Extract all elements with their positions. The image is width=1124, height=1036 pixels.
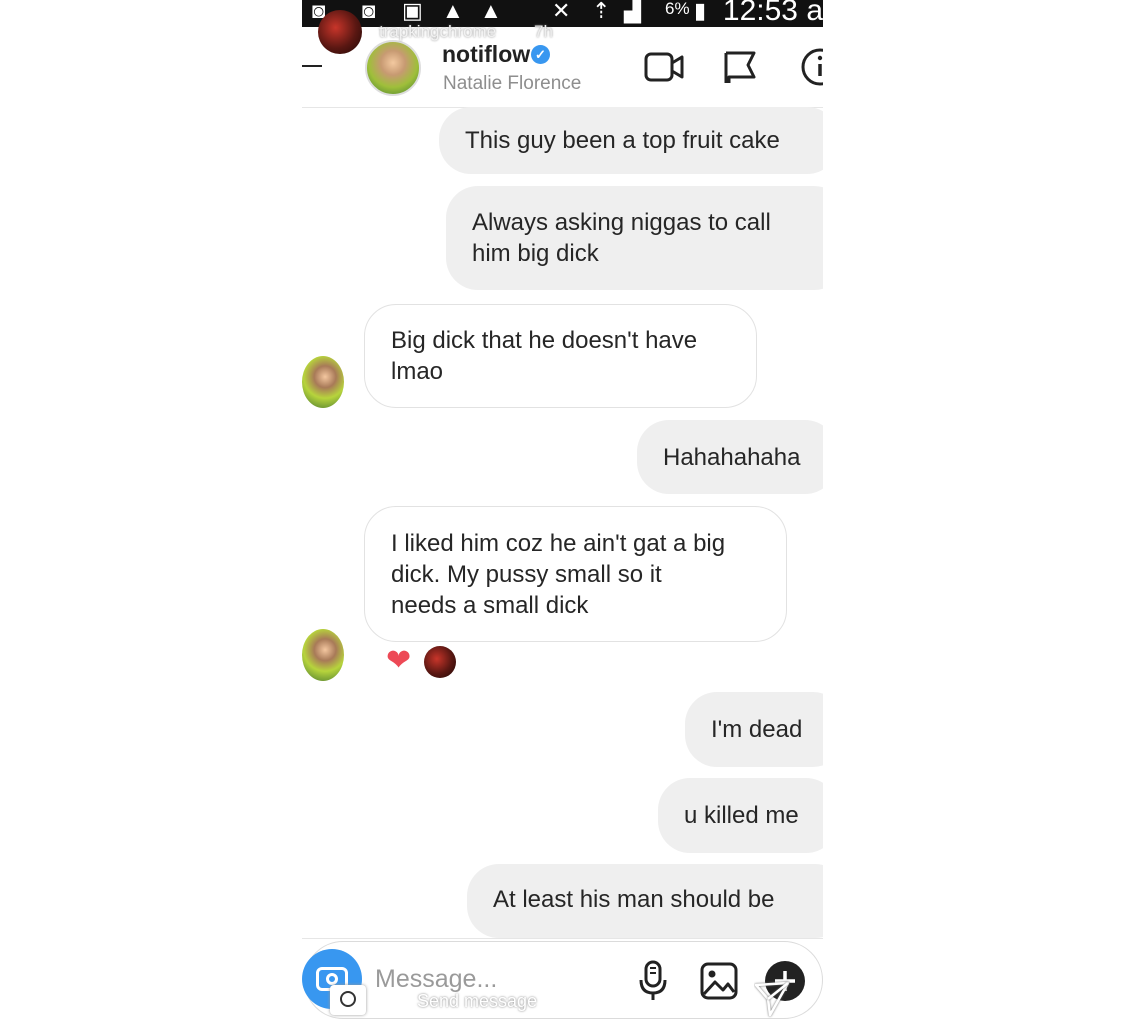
sender-avatar[interactable] (302, 356, 344, 408)
message-bubble-incoming[interactable]: I liked him coz he ain't gat a big dick.… (364, 506, 787, 642)
flag-icon[interactable] (722, 49, 758, 85)
verified-badge-icon: ✓ (531, 45, 550, 64)
signal-icon: ▟ (624, 0, 641, 23)
back-icon[interactable] (302, 65, 322, 67)
message-bubble-outgoing[interactable]: Hahahahaha (637, 420, 823, 494)
story-username: trapkingchrome (379, 22, 497, 41)
message-text: Big dick that he doesn't have lmao (391, 327, 698, 385)
message-input[interactable] (375, 965, 555, 994)
microphone-icon[interactable] (638, 960, 668, 1002)
message-bubble-outgoing[interactable]: This guy been a top fruit cake (439, 107, 823, 174)
message-text: I liked him coz he ain't gat a big dick.… (391, 529, 726, 619)
story-time: 7h (534, 22, 553, 41)
message-text: u killed me (684, 802, 799, 829)
message-composer: Send message (302, 938, 823, 1024)
warning-icon: ▲ (480, 0, 502, 23)
chat-username[interactable]: notiflow (442, 41, 530, 68)
chat-subtitle: Natalie Florence (443, 73, 582, 94)
image-icon: ▣ (402, 0, 423, 23)
message-text: I'm dead (711, 716, 803, 743)
warning-icon: ▲ (442, 0, 464, 23)
message-bubble-outgoing[interactable]: u killed me (658, 778, 823, 853)
battery-icon: ▮ (694, 0, 707, 23)
message-bubble-outgoing[interactable]: Always asking niggas to call him big dic… (446, 186, 823, 290)
story-avatar[interactable] (318, 10, 362, 54)
gallery-icon[interactable] (700, 962, 738, 1000)
message-text: At least his man should be (493, 886, 775, 913)
message-text: Hahahahaha (663, 443, 801, 471)
avatar[interactable] (365, 40, 421, 96)
message-text: This guy been a top fruit cake (465, 127, 780, 154)
send-message-overlay: Send message (417, 991, 538, 1011)
battery-level: 6% (665, 0, 690, 18)
message-bubble-outgoing[interactable]: I'm dead (685, 692, 823, 767)
story-camera-lens (340, 991, 356, 1007)
message-text: Always asking niggas to call him big dic… (472, 209, 771, 267)
phone-screen: ◙ ◙ ▣ ▲ ▲ ✕ ⇡ ▟ 6% ▮ 12:53 a notiflow ✓ … (302, 0, 823, 1036)
sender-avatar[interactable] (302, 629, 344, 681)
send-icon[interactable] (754, 979, 790, 1019)
video-call-icon[interactable] (644, 49, 686, 85)
info-icon[interactable] (800, 47, 823, 87)
wifi-icon: ⇡ (592, 0, 611, 23)
mute-icon: ✕ (552, 0, 571, 23)
instagram-icon: ◙ (362, 0, 376, 23)
clock: 12:53 a (722, 0, 823, 27)
heart-reaction-icon[interactable]: ❤ (386, 646, 411, 676)
reactor-avatar (424, 646, 456, 678)
message-bubble-incoming[interactable]: Big dick that he doesn't have lmao (364, 304, 757, 408)
camera-lens (326, 973, 338, 985)
message-bubble-outgoing[interactable]: At least his man should be (467, 864, 823, 938)
